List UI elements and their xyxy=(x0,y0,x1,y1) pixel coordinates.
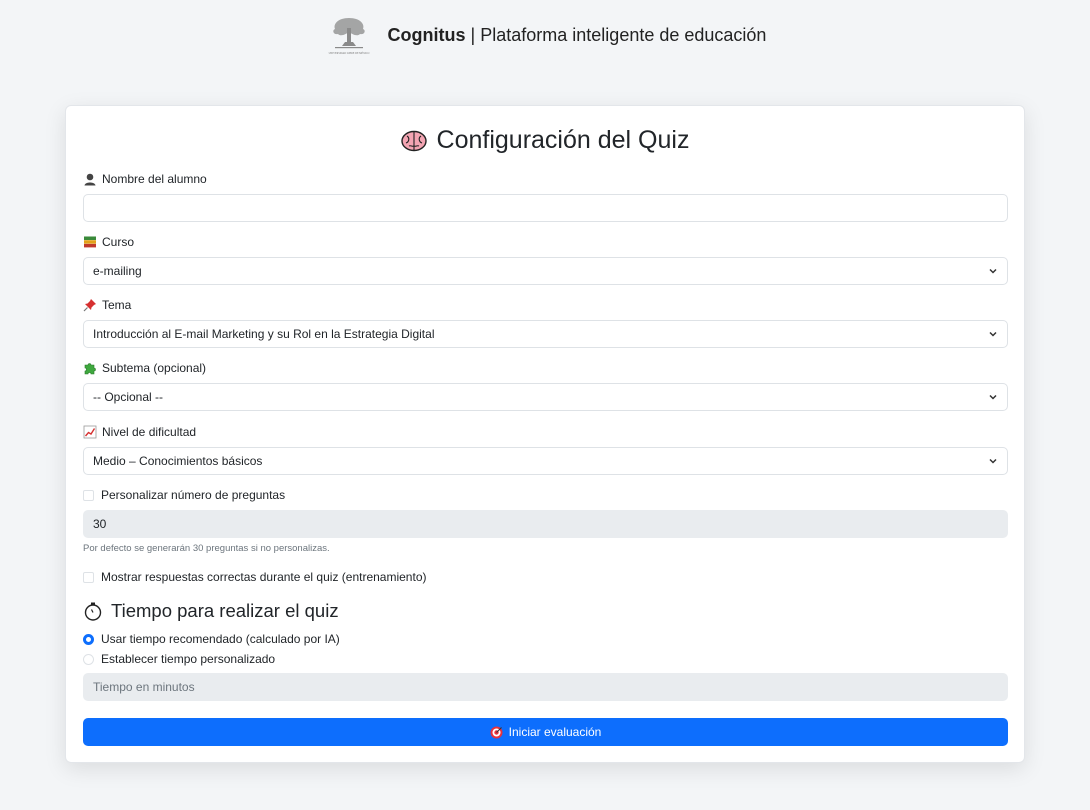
quiz-config-card: Configuración del Quiz Nombre del alumno… xyxy=(65,105,1025,763)
topic-value: Introducción al E-mail Marketing y su Ro… xyxy=(93,327,435,341)
custom-questions-label: Personalizar número de preguntas xyxy=(101,488,286,502)
topic-label: Tema xyxy=(83,298,1008,312)
logo-caption: UNIVERSIDAD LIBRE DE MÉXICO xyxy=(328,52,369,55)
topic-label-text: Tema xyxy=(102,298,132,312)
question-count-help: Por defecto se generarán 30 preguntas si… xyxy=(83,543,330,554)
student-name-label-text: Nombre del alumno xyxy=(102,172,207,186)
chevron-down-icon xyxy=(989,394,997,400)
subtopic-label: Subtema (opcional) xyxy=(83,361,1008,375)
time-section-heading: Tiempo para realizar el quiz xyxy=(83,600,1008,622)
custom-questions-option[interactable]: Personalizar número de preguntas xyxy=(83,488,1008,502)
course-label-text: Curso xyxy=(102,235,135,249)
course-select[interactable]: e-mailing xyxy=(83,257,1008,285)
target-icon xyxy=(490,726,503,738)
subtopic-value: -- Opcional -- xyxy=(93,390,164,404)
books-icon xyxy=(84,236,96,248)
page-title: Configuración del Quiz xyxy=(66,126,1024,155)
brand-separator: | xyxy=(470,24,476,45)
difficulty-value: Medio – Conocimientos básicos xyxy=(93,454,263,468)
show-answers-checkbox[interactable] xyxy=(83,571,94,583)
recommended-time-label: Usar tiempo recomendado (calculado por I… xyxy=(101,632,340,646)
brand-name: Cognitus xyxy=(387,24,466,45)
bust-silhouette-icon xyxy=(84,173,96,186)
time-section-title: Tiempo para realizar el quiz xyxy=(111,600,339,621)
stopwatch-icon xyxy=(84,602,102,621)
custom-time-radio[interactable] xyxy=(83,653,94,665)
minutes-placeholder: Tiempo en minutos xyxy=(93,680,195,694)
start-evaluation-button[interactable]: Iniciar evaluación xyxy=(83,718,1008,746)
recommended-time-option[interactable]: Usar tiempo recomendado (calculado por I… xyxy=(83,632,1008,646)
difficulty-select[interactable]: Medio – Conocimientos básicos xyxy=(83,447,1008,475)
course-label: Curso xyxy=(83,235,1008,249)
pushpin-icon xyxy=(83,299,96,312)
show-answers-label: Mostrar respuestas correctas durante el … xyxy=(101,570,427,584)
custom-time-option[interactable]: Establecer tiempo personalizado xyxy=(83,652,1008,666)
university-logo: UNIVERSIDAD LIBRE DE MÉXICO xyxy=(328,18,369,55)
difficulty-label: Nivel de dificultad xyxy=(83,425,1008,439)
custom-time-label: Establecer tiempo personalizado xyxy=(101,652,276,666)
brand-tagline: Plataforma inteligente de educación xyxy=(480,24,767,45)
difficulty-label-text: Nivel de dificultad xyxy=(102,425,197,439)
show-answers-option[interactable]: Mostrar respuestas correctas durante el … xyxy=(83,570,1008,584)
subtopic-label-text: Subtema (opcional) xyxy=(102,361,207,375)
puzzle-piece-icon xyxy=(84,363,96,375)
question-count-input[interactable]: 30 xyxy=(83,510,1008,538)
chevron-down-icon xyxy=(989,458,997,464)
recommended-time-radio[interactable] xyxy=(83,633,94,645)
app-header: UNIVERSIDAD LIBRE DE MÉXICO Cognitus | P… xyxy=(0,12,1090,58)
custom-questions-checkbox[interactable] xyxy=(83,489,94,501)
chart-increasing-icon xyxy=(83,425,97,439)
student-name-label: Nombre del alumno xyxy=(83,172,1008,186)
brand-title: Cognitus | Plataforma inteligente de edu… xyxy=(388,25,767,46)
student-name-input[interactable] xyxy=(83,194,1008,222)
chevron-down-icon xyxy=(989,268,997,274)
form-title: Configuración del Quiz xyxy=(436,126,690,154)
minutes-input[interactable]: Tiempo en minutos xyxy=(83,673,1008,701)
start-evaluation-label: Iniciar evaluación xyxy=(508,725,602,739)
topic-select[interactable]: Introducción al E-mail Marketing y su Ro… xyxy=(83,320,1008,348)
subtopic-select[interactable]: -- Opcional -- xyxy=(83,383,1008,411)
brain-icon xyxy=(400,130,427,151)
chevron-down-icon xyxy=(989,331,997,337)
question-count-value: 30 xyxy=(93,517,107,531)
course-value: e-mailing xyxy=(93,264,142,278)
